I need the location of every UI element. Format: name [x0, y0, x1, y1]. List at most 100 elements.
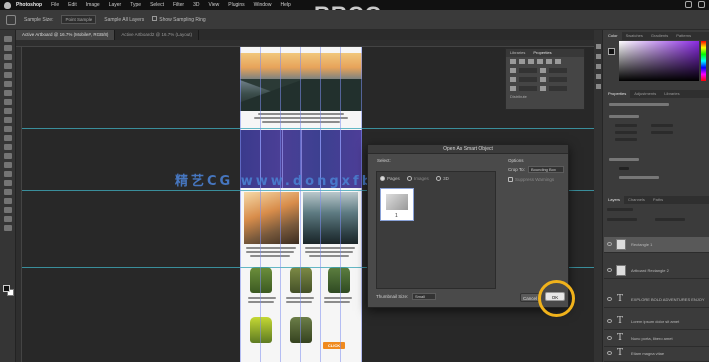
menu-file[interactable]: File	[51, 2, 59, 8]
shape-tool-icon[interactable]	[4, 198, 12, 204]
align-middle-icon[interactable]	[546, 59, 552, 64]
layer-item[interactable]: Artboard Rectangle 2	[604, 263, 709, 279]
color-panel-foreground-swatch[interactable]	[608, 48, 615, 55]
tab-swatches[interactable]: Swatches	[622, 32, 647, 40]
layer-visibility-icon[interactable]	[607, 297, 612, 301]
menu-type[interactable]: Type	[130, 2, 141, 8]
eyedropper-icon[interactable]	[6, 14, 16, 25]
layer-item[interactable]: T Lorem ipsum dolor sit amet	[604, 314, 709, 330]
align-right-icon[interactable]	[528, 59, 534, 64]
align-top-icon[interactable]	[537, 59, 543, 64]
tab-properties[interactable]: Properties	[604, 90, 631, 98]
tab-adjustments[interactable]: Adjustments	[630, 90, 660, 98]
layer-visibility-icon[interactable]	[607, 319, 612, 323]
tab-gradients[interactable]: Gradients	[647, 32, 672, 40]
history-brush-tool-icon[interactable]	[4, 126, 12, 132]
menu-select[interactable]: Select	[150, 2, 164, 8]
3d-radio[interactable]	[436, 176, 442, 182]
path-select-tool-icon[interactable]	[4, 189, 12, 195]
align-tab-properties[interactable]: Properties	[529, 49, 555, 57]
tab-libraries[interactable]: Libraries	[660, 90, 683, 98]
brush-tool-icon[interactable]	[4, 108, 12, 114]
move-tool-icon[interactable]	[4, 36, 12, 42]
cancel-button[interactable]: Cancel	[520, 293, 540, 302]
tab-color[interactable]: Color	[604, 32, 622, 40]
character-panel-icon[interactable]	[596, 74, 601, 79]
layer-item[interactable]: T EXPLORE BOLD ADVENTURES ENJOY	[604, 292, 709, 308]
tab-patterns[interactable]: Patterns	[672, 32, 695, 40]
pages-radio[interactable]	[380, 176, 385, 182]
gradient-tool-icon[interactable]	[4, 144, 12, 150]
layer-visibility-icon[interactable]	[607, 336, 612, 340]
info-panel-icon[interactable]	[596, 64, 601, 69]
workspace-icon[interactable]	[698, 1, 705, 8]
layer-visibility-icon[interactable]	[607, 242, 612, 246]
layer-item[interactable]: T Nunc porta, libero amet	[604, 331, 709, 347]
brush-settings-icon[interactable]	[596, 54, 601, 59]
healing-tool-icon[interactable]	[4, 99, 12, 105]
tab-layers[interactable]: Layers	[604, 196, 625, 204]
menu-image[interactable]: Image	[86, 2, 100, 8]
spacing-field-icon[interactable]	[540, 86, 546, 91]
align-bottom-icon[interactable]	[555, 59, 561, 64]
align-tab-libraries[interactable]: Libraries	[506, 49, 529, 57]
menu-window[interactable]: Window	[254, 2, 272, 8]
foreground-color-swatch[interactable]	[3, 285, 10, 292]
blur-tool-icon[interactable]	[4, 153, 12, 159]
sample-size-select[interactable]: Point Sample	[61, 15, 97, 24]
images-radio[interactable]	[407, 176, 413, 182]
zoom-tool-icon[interactable]	[4, 216, 12, 222]
crop-to-select[interactable]: Bounding Box	[528, 166, 564, 173]
y-field-icon[interactable]	[540, 77, 546, 82]
tab-channels[interactable]: Channels	[624, 196, 649, 204]
page-thumbnails-area[interactable]: Pages Images 3D 1	[376, 171, 496, 289]
page-thumbnail[interactable]: 1	[380, 188, 414, 221]
hue-slider[interactable]	[701, 41, 706, 81]
layer-visibility-icon[interactable]	[607, 268, 612, 272]
menu-plugins[interactable]: Plugins	[228, 2, 244, 8]
rotate-field-icon[interactable]	[510, 86, 516, 91]
h-field-icon[interactable]	[540, 68, 546, 73]
layer-name: Etiam magna vitae	[631, 351, 665, 356]
quick-select-tool-icon[interactable]	[4, 63, 12, 69]
menu-app[interactable]: Photoshop	[16, 2, 42, 8]
cta-button[interactable]: CLICK	[323, 342, 345, 349]
hand-tool-icon[interactable]	[4, 207, 12, 213]
show-ring-checkbox[interactable]	[152, 16, 158, 21]
x-field-icon[interactable]	[510, 77, 516, 82]
pen-tool-icon[interactable]	[4, 171, 12, 177]
paragraph-panel-icon[interactable]	[596, 84, 601, 89]
eraser-tool-icon[interactable]	[4, 135, 12, 141]
eyedropper-tool-icon[interactable]	[4, 90, 12, 96]
search-icon[interactable]	[685, 1, 692, 8]
menu-help[interactable]: Help	[280, 2, 290, 8]
dodge-tool-icon[interactable]	[4, 162, 12, 168]
edit-toolbar-icon[interactable]	[4, 225, 12, 231]
align-left-icon[interactable]	[510, 59, 516, 64]
layer-item[interactable]: T Etiam magna vitae	[604, 346, 709, 362]
w-field-icon[interactable]	[510, 68, 516, 73]
menu-layer[interactable]: Layer	[109, 2, 122, 8]
lasso-tool-icon[interactable]	[4, 54, 12, 60]
apple-icon[interactable]	[4, 1, 11, 9]
history-panel-icon[interactable]	[596, 44, 601, 49]
menu-view[interactable]: View	[209, 2, 220, 8]
suppress-warnings-checkbox[interactable]	[508, 177, 513, 183]
align-center-icon[interactable]	[519, 59, 525, 64]
layer-visibility-icon[interactable]	[607, 351, 612, 355]
tab-document-1[interactable]: Active Artboard @ 16.7% (Mobile#, RGB/8)	[16, 30, 116, 40]
menu-edit[interactable]: Edit	[68, 2, 77, 8]
artboard[interactable]: CLICK	[240, 47, 362, 362]
type-tool-icon[interactable]	[4, 180, 12, 186]
stamp-tool-icon[interactable]	[4, 117, 12, 123]
menu-3d[interactable]: 3D	[193, 2, 199, 8]
layer-item[interactable]: Rectangle 1	[604, 237, 709, 253]
tab-paths[interactable]: Paths	[649, 196, 667, 204]
marquee-tool-icon[interactable]	[4, 45, 12, 51]
crop-tool-icon[interactable]	[4, 72, 12, 78]
color-picker-field[interactable]	[619, 41, 699, 81]
frame-tool-icon[interactable]	[4, 81, 12, 87]
menu-filter[interactable]: Filter	[173, 2, 184, 8]
thumbnail-size-select[interactable]: Small	[412, 293, 436, 300]
tab-document-2[interactable]: Active Artboard2 @ 16.7% (Layout)	[115, 30, 199, 40]
